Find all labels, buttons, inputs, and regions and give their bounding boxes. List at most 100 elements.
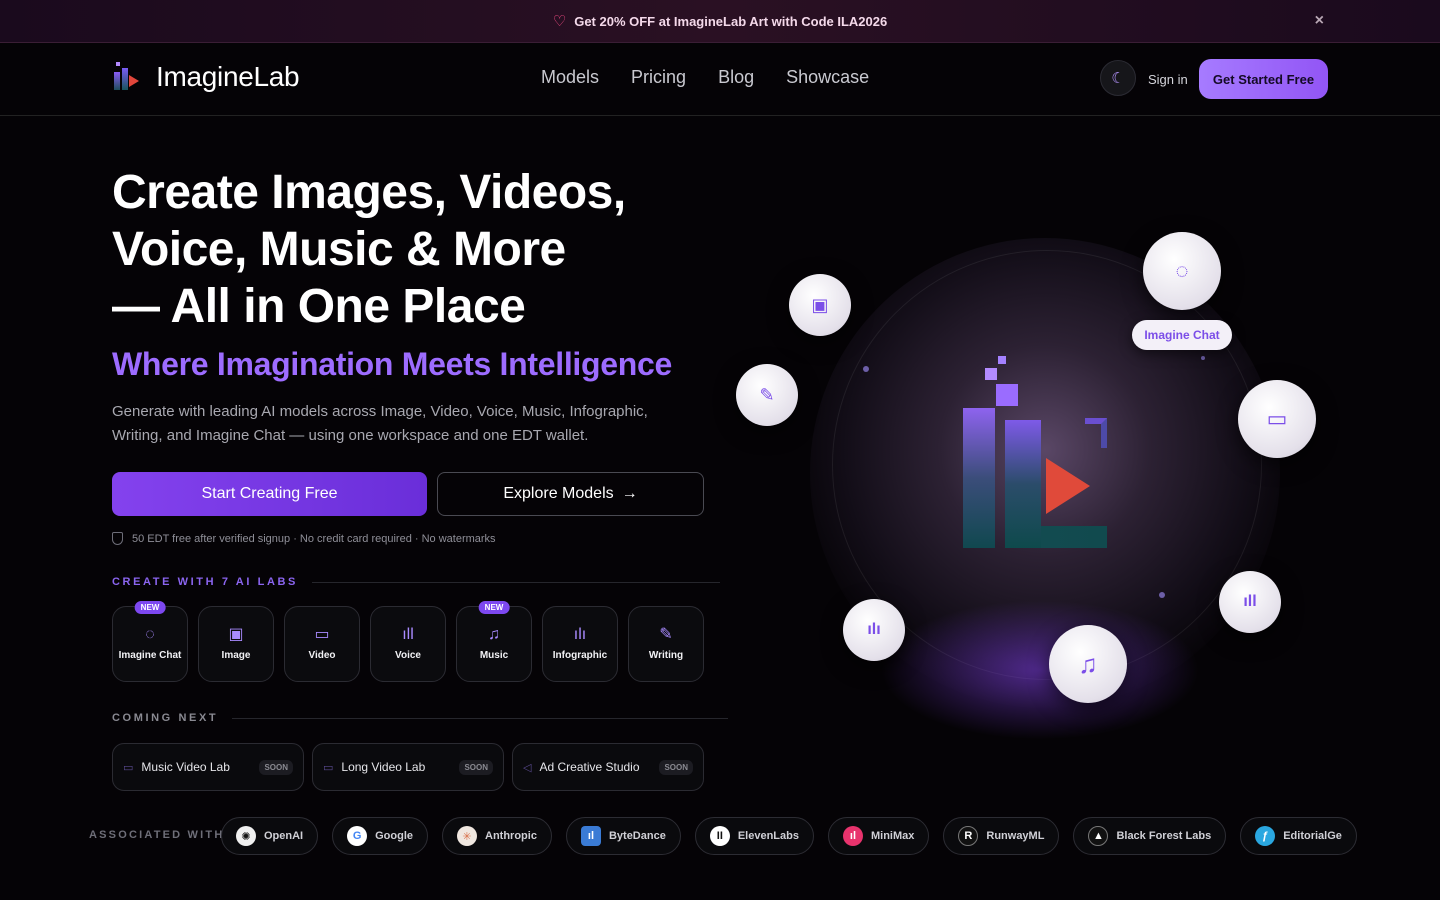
coming-music-video-lab[interactable]: ▭ Music Video Lab SOON bbox=[112, 743, 304, 791]
hero-tagline: Where Imagination Meets Intelligence bbox=[112, 346, 672, 382]
lab-image[interactable]: ▣ Image bbox=[198, 606, 274, 682]
arrow-right-icon: → bbox=[621, 485, 638, 502]
partner-name: MiniMax bbox=[870, 830, 915, 842]
partner-anthropic[interactable]: ✳ Anthropic bbox=[442, 817, 552, 855]
theme-toggle-button[interactable]: ☾ bbox=[1100, 60, 1136, 96]
hero-logo-icon bbox=[960, 356, 1110, 551]
bubble-video[interactable]: ▭ bbox=[1238, 380, 1316, 458]
lab-name: Writing bbox=[648, 650, 684, 661]
promo-text[interactable]: Get 20% OFF at ImagineLab Art with Code … bbox=[574, 14, 887, 29]
coming-next-label-text: COMING NEXT bbox=[112, 712, 219, 724]
explore-models-button[interactable]: Explore Models → bbox=[437, 472, 704, 516]
coming-item-name: Ad Creative Studio bbox=[539, 760, 640, 774]
imagine-chat-chip[interactable]: Imagine Chat bbox=[1132, 320, 1232, 350]
coming-long-video-lab[interactable]: ▭ Long Video Lab SOON bbox=[312, 743, 504, 791]
partner-minimax[interactable]: ıl MiniMax bbox=[827, 817, 930, 855]
bubble-music[interactable]: ♫ bbox=[1049, 625, 1127, 703]
lab-infographic[interactable]: ılı Infographic bbox=[542, 606, 618, 682]
shield-icon bbox=[112, 532, 123, 545]
lab-video[interactable]: ▭ Video bbox=[284, 606, 360, 682]
pen-icon: ✎ bbox=[659, 626, 673, 643]
nav-models[interactable]: Models bbox=[541, 67, 599, 88]
bubble-infographic[interactable]: ılı bbox=[843, 599, 905, 661]
partner-name: ByteDance bbox=[608, 830, 666, 842]
headline-line-3: — All in One Place bbox=[112, 280, 526, 333]
soon-badge: SOON bbox=[659, 759, 693, 775]
nav-blog[interactable]: Blog bbox=[718, 67, 754, 88]
partner-black-forest-labs[interactable]: ▲ Black Forest Labs bbox=[1073, 817, 1227, 855]
partner-openai[interactable]: ✺ OpenAI bbox=[221, 817, 319, 855]
bfl-icon: ▲ bbox=[1088, 826, 1109, 846]
video-icon: ▭ bbox=[314, 626, 330, 643]
bubble-chat[interactable]: ◌ bbox=[1143, 232, 1221, 310]
partner-elevenlabs[interactable]: II ElevenLabs bbox=[694, 817, 814, 855]
partner-editorialge[interactable]: ƒ EditorialGe bbox=[1240, 817, 1357, 855]
lab-name: Image bbox=[221, 650, 251, 661]
lab-music[interactable]: NEW ♫ Music bbox=[456, 601, 532, 682]
new-badge: NEW bbox=[478, 601, 510, 614]
labs-label-text: CREATE WITH 7 AI LABS bbox=[112, 576, 298, 588]
divider bbox=[232, 717, 729, 719]
partner-list: ✺ OpenAI G Google ✳ Anthropic ıl ByteDan… bbox=[221, 817, 1357, 855]
bar-chart-icon: ılı bbox=[867, 621, 881, 638]
sign-in-link[interactable]: Sign in bbox=[1148, 72, 1188, 87]
main-menu: Models Pricing Blog Showcase bbox=[541, 67, 869, 88]
sparkle-dot bbox=[863, 366, 869, 372]
brand-logo[interactable]: ImagineLab bbox=[112, 60, 300, 94]
image-icon: ▣ bbox=[228, 626, 244, 643]
close-icon[interactable]: × bbox=[1315, 12, 1324, 30]
get-started-button[interactable]: Get Started Free bbox=[1199, 59, 1328, 99]
bubble-voice[interactable]: ıll bbox=[1219, 571, 1281, 633]
top-nav: ImagineLab Models Pricing Blog Showcase … bbox=[0, 43, 1440, 116]
video-icon: ▭ bbox=[1266, 406, 1288, 431]
signup-note: 50 EDT free after verified signup · No c… bbox=[112, 532, 496, 545]
divider bbox=[312, 581, 720, 583]
lab-name: Imagine Chat bbox=[118, 650, 182, 661]
partner-name: EditorialGe bbox=[1283, 830, 1342, 842]
lab-writing[interactable]: ✎ Writing bbox=[628, 606, 704, 682]
partner-name: OpenAI bbox=[264, 830, 304, 842]
tag-icon: ♡ bbox=[552, 13, 567, 30]
partner-name: Anthropic bbox=[485, 830, 537, 842]
bubble-writing[interactable]: ✎ bbox=[736, 364, 798, 426]
sparkle-dot bbox=[1201, 356, 1205, 360]
bar-chart-icon: ılı bbox=[573, 626, 587, 643]
hero-description: Generate with leading AI models across I… bbox=[112, 403, 648, 444]
openai-icon: ✺ bbox=[236, 826, 256, 846]
partner-bytedance[interactable]: ıl ByteDance bbox=[565, 817, 681, 855]
lab-name: Infographic bbox=[552, 650, 608, 661]
coming-next-label: COMING NEXT bbox=[112, 712, 729, 724]
runway-icon: R bbox=[958, 826, 979, 846]
image-icon: ▣ bbox=[811, 294, 829, 315]
bubble-image[interactable]: ▣ bbox=[789, 274, 851, 336]
hero-headline: Create Images, Videos, Voice, Music & Mo… bbox=[112, 164, 732, 335]
editorialge-icon: ƒ bbox=[1255, 826, 1276, 846]
lab-voice[interactable]: ıll Voice bbox=[370, 606, 446, 682]
chat-icon: ◌ bbox=[145, 626, 155, 643]
video-icon: ▭ bbox=[123, 761, 134, 774]
headline-line-2: Voice, Music & More bbox=[112, 223, 566, 276]
promo-bar: ♡ Get 20% OFF at ImagineLab Art with Cod… bbox=[0, 0, 1440, 43]
signup-note-text: 50 EDT free after verified signup · No c… bbox=[132, 532, 496, 545]
google-icon: G bbox=[347, 826, 368, 846]
nav-showcase[interactable]: Showcase bbox=[786, 67, 869, 88]
start-creating-button[interactable]: Start Creating Free bbox=[112, 472, 427, 516]
moon-icon: ☾ bbox=[1111, 70, 1125, 87]
nav-pricing[interactable]: Pricing bbox=[631, 67, 686, 88]
minimax-icon: ıl bbox=[842, 826, 863, 846]
soon-badge: SOON bbox=[459, 759, 493, 775]
chat-icon: ◌ bbox=[1175, 258, 1189, 283]
lab-imagine-chat[interactable]: NEW ◌ Imagine Chat bbox=[112, 601, 188, 682]
coming-ad-creative-studio[interactable]: ◁ Ad Creative Studio SOON bbox=[512, 743, 704, 791]
soon-badge: SOON bbox=[259, 759, 293, 775]
lab-name: Music bbox=[479, 650, 509, 661]
logo-mark-icon bbox=[112, 60, 142, 94]
anthropic-icon: ✳ bbox=[457, 826, 478, 846]
coming-next-list: ▭ Music Video Lab SOON ▭ Long Video Lab … bbox=[112, 743, 704, 791]
coming-item-name: Music Video Lab bbox=[141, 760, 230, 774]
partner-name: RunwayML bbox=[986, 830, 1045, 842]
music-note-icon: ♫ bbox=[488, 626, 500, 643]
pen-icon: ✎ bbox=[759, 384, 775, 405]
partner-google[interactable]: G Google bbox=[332, 817, 429, 855]
partner-runwayml[interactable]: R RunwayML bbox=[943, 817, 1060, 855]
